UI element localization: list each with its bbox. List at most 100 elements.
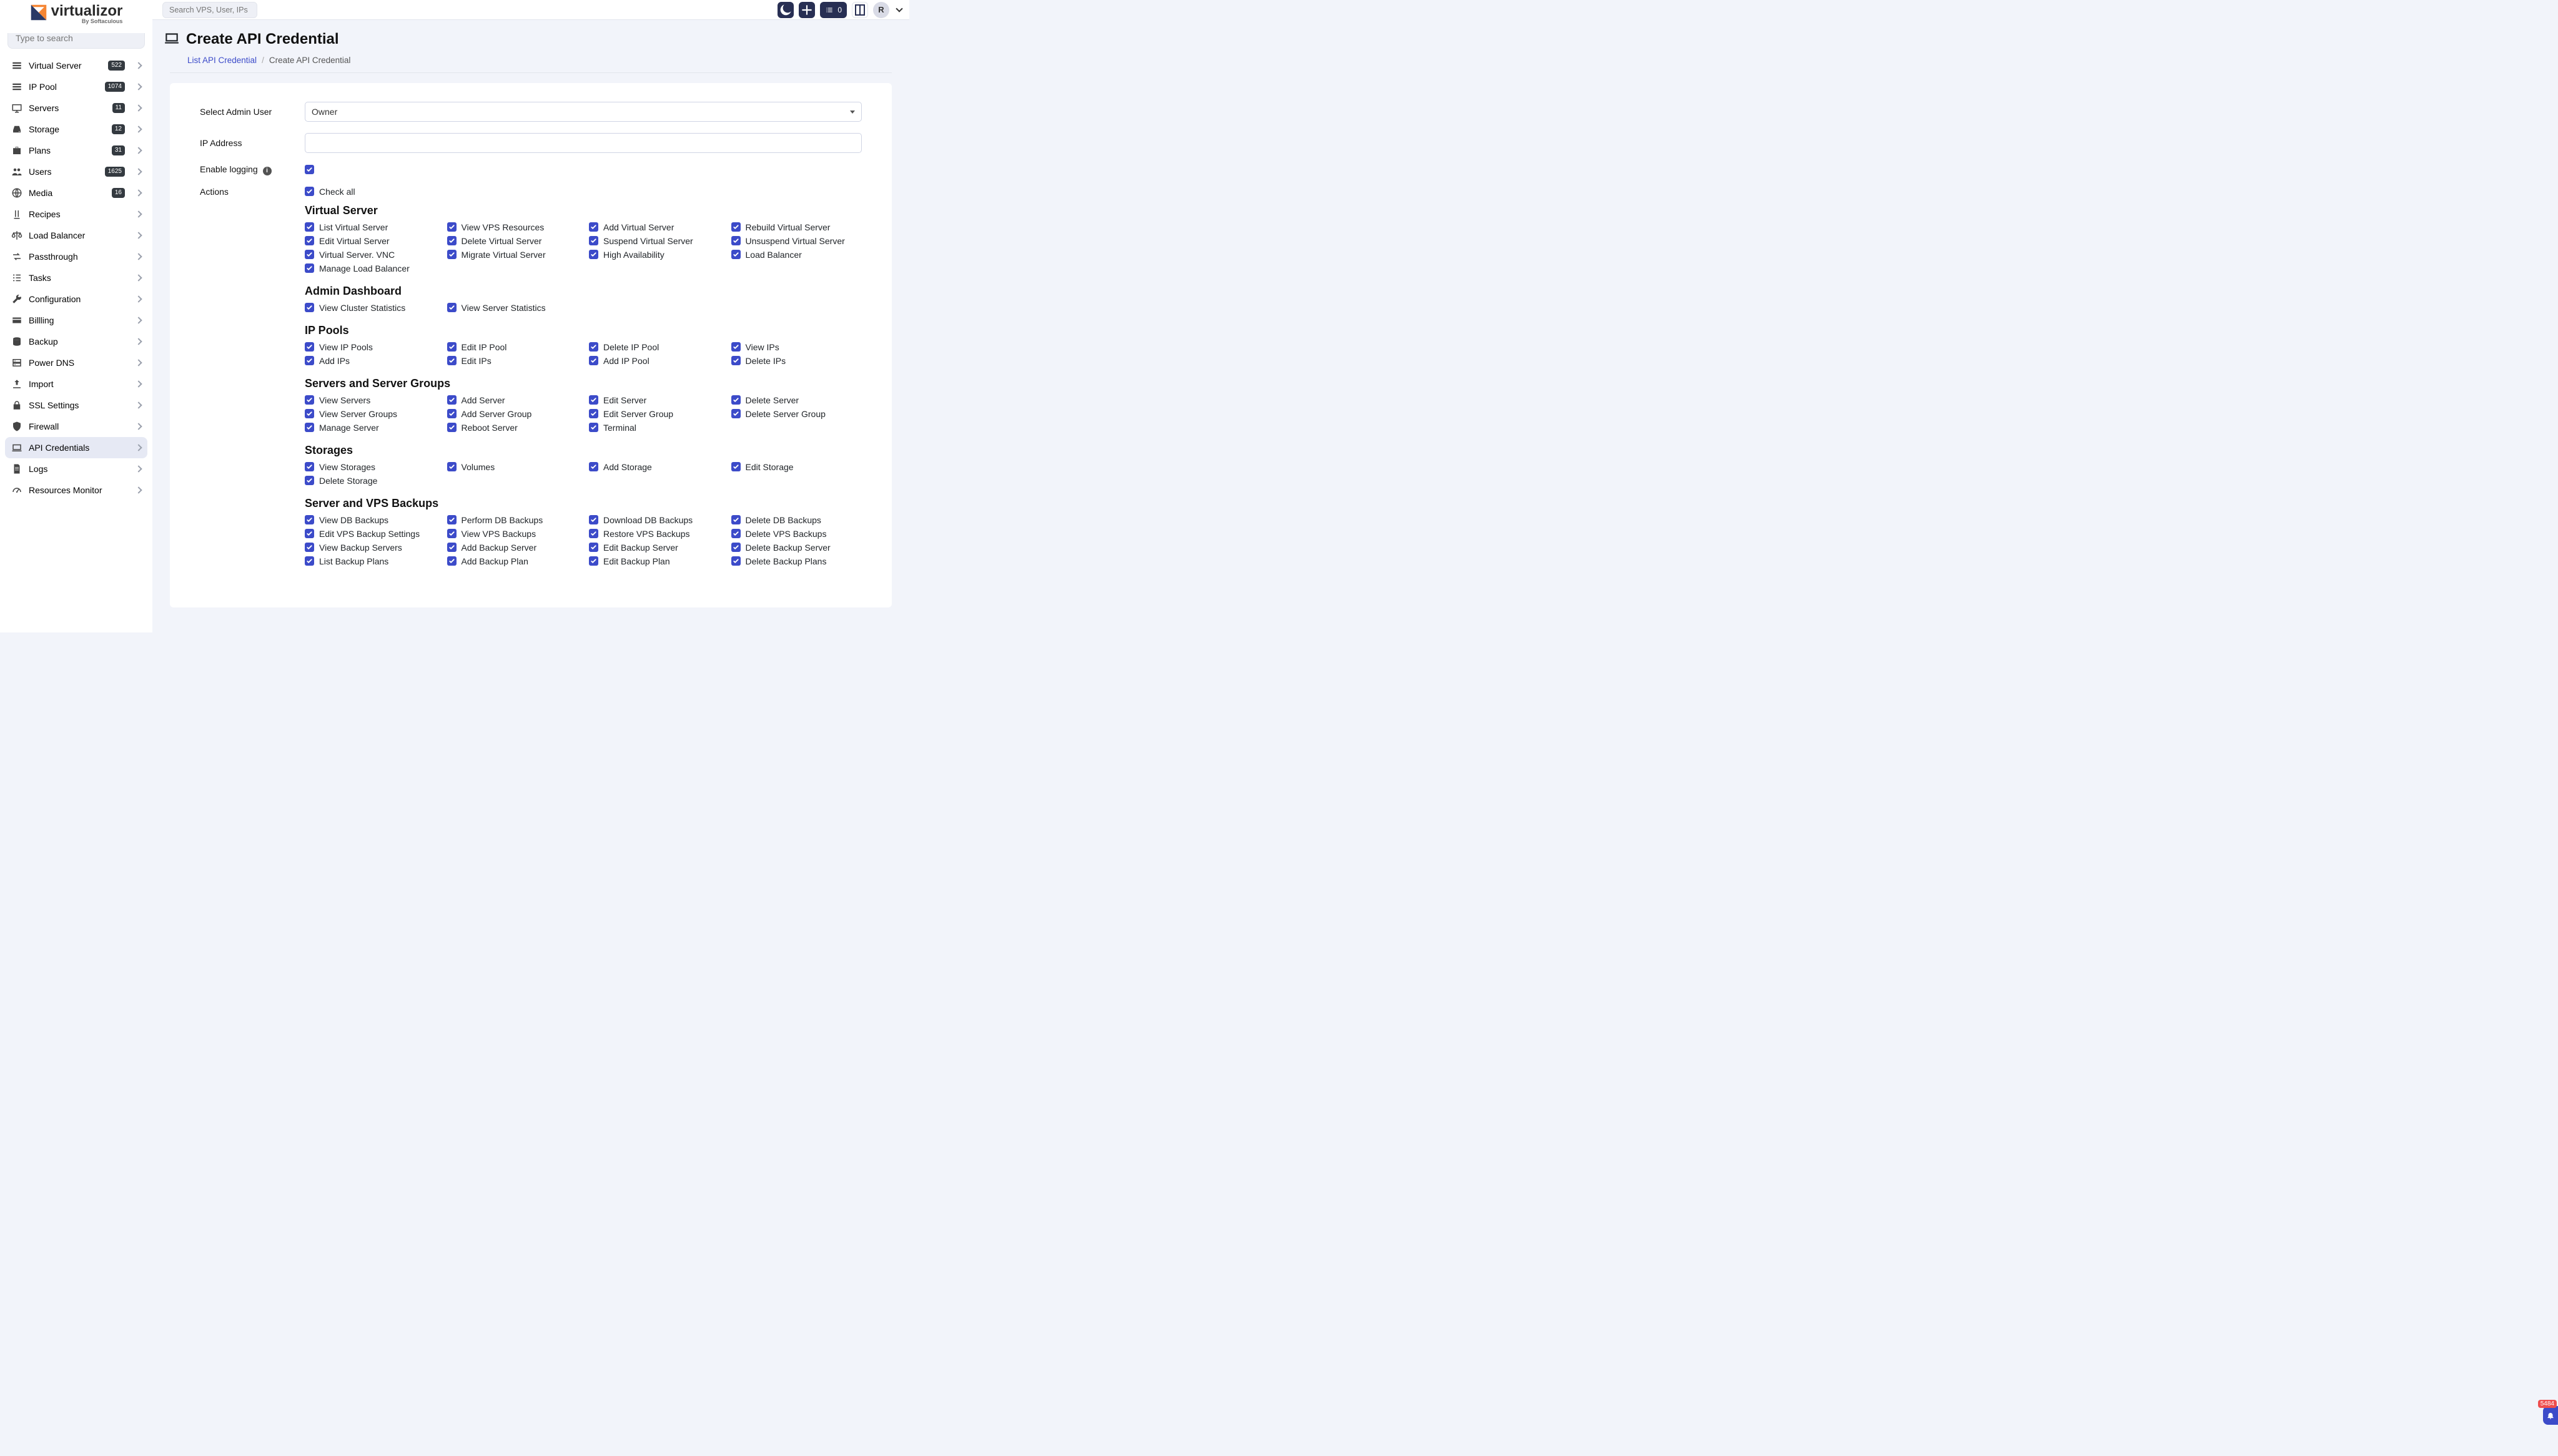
notifications-button[interactable]: 5484 (2543, 1406, 2558, 1425)
perm-checkbox[interactable] (731, 236, 741, 245)
sidebar-item-load-balancer[interactable]: Load Balancer (5, 225, 147, 246)
perm-checkbox[interactable] (731, 342, 741, 352)
perm-checkbox[interactable] (447, 556, 457, 566)
perm-checkbox[interactable] (305, 556, 314, 566)
enable-logging-checkbox[interactable] (305, 165, 314, 174)
perm-checkbox[interactable] (589, 342, 598, 352)
sidebar-item-passthrough[interactable]: Passthrough (5, 246, 147, 267)
perm-checkbox[interactable] (731, 356, 741, 365)
perm-checkbox[interactable] (447, 236, 457, 245)
perm-checkbox[interactable] (589, 556, 598, 566)
sidebar-item-firewall[interactable]: Firewall (5, 416, 147, 437)
perm-checkbox[interactable] (731, 222, 741, 232)
perm-checkbox[interactable] (305, 250, 314, 259)
perm-checkbox[interactable] (447, 529, 457, 538)
add-button[interactable] (799, 2, 815, 18)
perm-checkbox[interactable] (305, 529, 314, 538)
perm-checkbox[interactable] (447, 342, 457, 352)
perm-checkbox[interactable] (447, 423, 457, 432)
perm-checkbox[interactable] (589, 236, 598, 245)
perm-checkbox[interactable] (447, 543, 457, 552)
perm-checkbox[interactable] (589, 356, 598, 365)
sidebar-item-badge: 12 (112, 124, 125, 134)
perm-checkbox[interactable] (305, 462, 314, 471)
perm-checkbox[interactable] (305, 263, 314, 273)
perm-label: Delete DB Backups (746, 515, 821, 525)
sidebar-item-storage[interactable]: Storage12 (5, 119, 147, 140)
perm-checkbox[interactable] (731, 515, 741, 524)
perm-checkbox[interactable] (589, 222, 598, 232)
user-menu-caret-icon[interactable] (896, 5, 902, 12)
perm-checkbox[interactable] (305, 395, 314, 405)
perm-checkbox[interactable] (731, 529, 741, 538)
breadcrumb-link-list[interactable]: List API Credential (187, 56, 257, 65)
perm-checkbox[interactable] (731, 543, 741, 552)
perm-checkbox[interactable] (305, 515, 314, 524)
perm-checkbox[interactable] (447, 515, 457, 524)
dark-mode-toggle[interactable] (778, 2, 794, 18)
perm-checkbox[interactable] (305, 409, 314, 418)
sidebar-item-users[interactable]: Users1625 (5, 161, 147, 182)
sidebar-item-power-dns[interactable]: Power DNS (5, 352, 147, 373)
select-admin-user[interactable]: Owner (305, 102, 862, 122)
sidebar-item-plans[interactable]: Plans31 (5, 140, 147, 161)
sidebar-item-servers[interactable]: Servers11 (5, 97, 147, 119)
perm-label: Delete IPs (746, 356, 786, 366)
perm-checkbox[interactable] (589, 515, 598, 524)
info-icon[interactable]: i (263, 167, 272, 175)
perm-checkbox[interactable] (589, 529, 598, 538)
perm-checkbox[interactable] (305, 356, 314, 365)
perm-checkbox[interactable] (589, 250, 598, 259)
sidebar-item-api-credentials[interactable]: API Credentials (5, 437, 147, 458)
perm-label: Terminal (603, 423, 636, 433)
sidebar-item-backup[interactable]: Backup (5, 331, 147, 352)
perm-checkbox[interactable] (731, 462, 741, 471)
api-icon (11, 442, 22, 453)
check-all-checkbox[interactable] (305, 187, 314, 196)
perm-checkbox[interactable] (305, 236, 314, 245)
perm-checkbox[interactable] (447, 303, 457, 312)
perm-checkbox[interactable] (447, 462, 457, 471)
perm-checkbox[interactable] (305, 342, 314, 352)
sidebar-item-media[interactable]: Media16 (5, 182, 147, 204)
perm-checkbox[interactable] (589, 543, 598, 552)
tasks-button[interactable]: 0 (820, 2, 847, 18)
sidebar-item-billling[interactable]: Billling (5, 310, 147, 331)
perm-checkbox[interactable] (589, 409, 598, 418)
perm-label: Add Backup Server (462, 543, 537, 553)
sidebar-item-configuration[interactable]: Configuration (5, 288, 147, 310)
perm-checkbox[interactable] (589, 395, 598, 405)
perm-checkbox[interactable] (731, 395, 741, 405)
sidebar-item-virtual-server[interactable]: Virtual Server522 (5, 55, 147, 76)
sidebar-item-ssl-settings[interactable]: SSL Settings (5, 395, 147, 416)
logo[interactable]: virtualizor By Softaculous (0, 0, 152, 33)
global-search-input[interactable]: Search VPS, User, IPs (162, 2, 257, 18)
perm-checkbox[interactable] (447, 409, 457, 418)
sidebar-item-import[interactable]: Import (5, 373, 147, 395)
user-avatar[interactable]: R (873, 2, 889, 18)
perm-checkbox[interactable] (731, 409, 741, 418)
perm-checkbox[interactable] (731, 250, 741, 259)
sidebar-item-ip-pool[interactable]: IP Pool1074 (5, 76, 147, 97)
perm-checkbox[interactable] (589, 423, 598, 432)
perm-checkbox[interactable] (447, 250, 457, 259)
perm-checkbox[interactable] (731, 556, 741, 566)
perm-checkbox[interactable] (447, 395, 457, 405)
perm-checkbox[interactable] (447, 356, 457, 365)
chevron-right-icon (135, 486, 142, 493)
perm-checkbox[interactable] (447, 222, 457, 232)
perm-label: Delete Server Group (746, 409, 826, 419)
sidebar-item-recipes[interactable]: Recipes (5, 204, 147, 225)
sidebar-item-tasks[interactable]: Tasks (5, 267, 147, 288)
perm-checkbox[interactable] (305, 423, 314, 432)
docs-button[interactable] (852, 2, 868, 18)
perm-checkbox[interactable] (305, 303, 314, 312)
perm-checkbox[interactable] (305, 476, 314, 485)
sidebar-item-resources-monitor[interactable]: Resources Monitor (5, 480, 147, 501)
ip-address-input[interactable] (305, 133, 862, 153)
perm-checkbox[interactable] (305, 222, 314, 232)
perm-checkbox[interactable] (589, 462, 598, 471)
sidebar-item-badge: 1625 (105, 167, 125, 177)
sidebar-item-logs[interactable]: Logs (5, 458, 147, 480)
perm-checkbox[interactable] (305, 543, 314, 552)
